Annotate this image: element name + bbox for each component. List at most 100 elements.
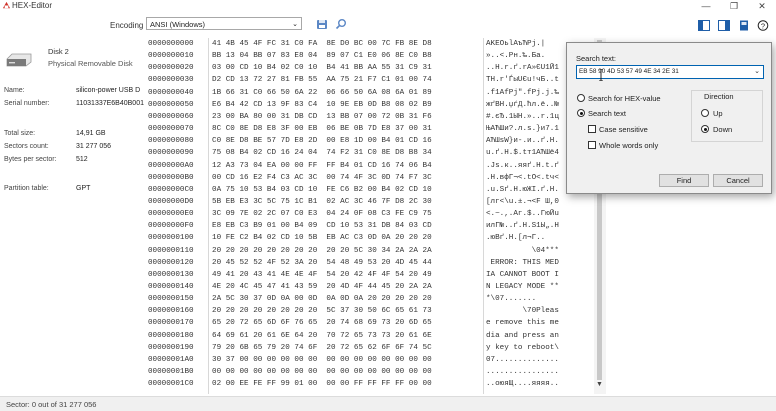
hex-row-ascii[interactable]: .u.Sґ.Н.юЖІ.ґ.Н. <box>486 186 559 194</box>
hex-row-ascii[interactable]: *\07....... <box>486 295 559 303</box>
minimize-button[interactable]: — <box>692 0 720 12</box>
checkbox-case-sensitive[interactable] <box>588 125 596 133</box>
hex-row-ascii[interactable]: e remove this me <box>486 319 559 327</box>
hex-row-ascii[interactable]: AKEOьlАъЋРј.| <box>486 40 545 48</box>
hex-row-ascii[interactable]: илГ№..ґ.Н.S1Ы„.Н <box>486 222 559 230</box>
hex-row-ascii[interactable]: \70Pleas <box>486 307 558 315</box>
close-button[interactable]: ✕ <box>748 0 776 12</box>
search-text-input[interactable]: EB 58 90 4D 53 57 49 4E 34 2E 31 ⌄ <box>576 65 764 79</box>
disk-name: Disk 2 <box>48 47 69 56</box>
hex-row-bytes[interactable]: 30 37 00 00 00 00 00 00 00 00 00 00 00 0… <box>212 356 432 364</box>
hex-row-offset: 0000000170 <box>148 319 194 328</box>
hex-row-bytes[interactable]: 00 00 00 00 00 00 00 00 00 00 00 00 00 0… <box>212 368 432 376</box>
hex-row-bytes[interactable]: 65 20 72 65 6D 6F 76 65 20 74 68 69 73 2… <box>212 319 432 327</box>
hex-row-ascii[interactable]: <.~.,.Аг.$..ГюЙu <box>486 210 559 218</box>
hex-row-ascii[interactable]: #.єЂ.1ЫН.»..r.1ц <box>486 113 559 121</box>
hex-row-ascii[interactable]: 07.............. <box>486 356 559 364</box>
hex-row-bytes[interactable]: 1B 66 31 C0 66 50 6A 22 06 66 50 6A 08 6… <box>212 89 432 97</box>
info-row-serial: Serial number: 11031337E6B40B001 <box>4 100 144 107</box>
hex-row-offset: 0000000150 <box>148 295 194 304</box>
search-icon[interactable] <box>335 18 347 30</box>
hex-row-offset: 00000001A0 <box>148 355 194 364</box>
help-icon[interactable]: ? <box>757 20 769 31</box>
hex-row-ascii[interactable]: ..оюяЩ....яяяя.. <box>486 380 559 388</box>
direction-up-label: Up <box>713 109 723 118</box>
info-row-partition-table: Partition table: GPT <box>4 185 91 192</box>
hex-row-ascii[interactable]: .Јs.к..яяґ.Н.t.ґ <box>486 162 559 170</box>
cancel-button[interactable]: Cancel <box>713 174 763 187</box>
hex-row-bytes[interactable]: E8 EB C3 B9 01 00 B4 09 CD 10 53 31 DB 8… <box>212 222 432 230</box>
info-row-bytes-per-sector: Bytes per sector: 512 <box>4 156 88 163</box>
layout-left-icon[interactable] <box>698 20 710 31</box>
hex-row-ascii[interactable]: ЊАЋШи?.л.ѕ.}и7.1 <box>486 125 559 133</box>
hex-row-bytes[interactable]: 3C 09 7E 02 2C 07 C0 E3 04 24 0F 08 C3 F… <box>212 210 432 218</box>
hex-row-bytes[interactable]: 23 00 BA 80 00 31 DB CD 13 BB 07 00 72 0… <box>212 113 432 121</box>
hex-row-bytes[interactable]: 64 69 61 20 61 6E 64 20 70 72 65 73 73 2… <box>212 332 432 340</box>
hex-row-offset: 0000000030 <box>148 76 194 85</box>
hex-row-bytes[interactable]: 20 20 20 20 20 20 20 20 5C 37 30 50 6C 6… <box>212 307 432 315</box>
hex-row-bytes[interactable]: 41 4B 45 4F FC 31 C0 FA 8E D0 BC 00 7C F… <box>212 40 432 48</box>
hex-row-bytes[interactable]: 49 41 20 43 41 4E 4E 4F 54 20 42 4F 4F 5… <box>212 271 432 279</box>
hex-row-ascii[interactable]: TH.r'ЃыUЄu!чБ..t <box>486 76 559 84</box>
hex-row-bytes[interactable]: E6 B4 42 CD 13 9F 83 C4 10 9E EB 0D B8 0… <box>212 101 432 109</box>
hex-row-bytes[interactable]: 5B EB E3 3C 5C 75 1C B1 02 AC 3C 46 7F D… <box>212 198 432 206</box>
encoding-select[interactable]: ANSI (Windows) ⌄ <box>146 17 302 30</box>
find-button[interactable]: Find <box>659 174 709 187</box>
hex-row-ascii[interactable]: АЋШѕW}и-.и..ґ.Н. <box>486 137 559 145</box>
hex-row-bytes[interactable]: 00 CD 16 E2 F4 C3 AC 3C 00 74 4F 3C 0D 7… <box>212 174 432 182</box>
hex-row-bytes[interactable]: 79 20 6B 65 79 20 74 6F 20 72 65 62 6F 6… <box>212 344 432 352</box>
hex-row-bytes[interactable]: 2A 5C 30 37 0D 0A 00 0D 0A 0D 0A 20 20 2… <box>212 295 432 303</box>
hex-row-ascii[interactable]: »..<.Рн.‰.Бa. <box>486 52 545 60</box>
hex-row-ascii[interactable]: IA CANNOT BOOT I <box>486 271 559 279</box>
hex-row-offset: 0000000090 <box>148 149 194 158</box>
hex-row-offset: 0000000100 <box>148 234 194 243</box>
hex-row-bytes[interactable]: D2 CD 13 72 27 81 FB 55 AA 75 21 F7 C1 0… <box>212 76 432 84</box>
hex-row-ascii[interactable]: ..Н.r.ґ.rA»ЄU1Й1 <box>486 64 559 72</box>
radio-hex-value[interactable] <box>577 94 585 102</box>
radio-hex-label: Search for HEX-value <box>588 94 661 103</box>
hex-row-offset: 00000001B0 <box>148 368 194 377</box>
hex-row-bytes[interactable]: 12 A3 73 04 EA 00 00 FF FF B4 01 CD 16 7… <box>212 162 432 170</box>
hex-row-bytes[interactable]: 20 20 20 20 20 20 20 20 20 20 5C 30 34 2… <box>212 247 432 255</box>
info-row-name: Name: silicon-power USB D <box>4 87 141 94</box>
hex-row-bytes[interactable]: 02 00 EE FE FF 99 01 00 00 00 FF FF FF F… <box>212 380 432 388</box>
hex-row-bytes[interactable]: 20 45 52 52 4F 52 3A 20 54 48 49 53 20 4… <box>212 259 432 267</box>
disk-icon[interactable] <box>738 20 750 31</box>
info-row-sectors: Sectors count: 31 277 056 <box>4 143 112 150</box>
chevron-down-icon[interactable]: ⌄ <box>754 66 760 78</box>
offset-divider <box>208 38 209 394</box>
hex-row-ascii[interactable]: [лг<\u.±.¬<F Ш,0 <box>486 198 559 206</box>
hex-row-offset: 00000000B0 <box>148 173 194 182</box>
hex-row-ascii[interactable]: жґBН.џѓД.ћл.ё..№ <box>486 101 559 109</box>
hex-row-ascii[interactable]: ................ <box>486 368 559 376</box>
hex-row-ascii[interactable]: .юВґ.Н.[л¬Г.. <box>486 234 559 242</box>
hex-row-bytes[interactable]: 10 FE C2 B4 02 CD 10 5B EB AC C3 0D 0A 2… <box>212 234 432 242</box>
radio-search-text[interactable] <box>577 109 585 117</box>
hex-row-bytes[interactable]: 4E 20 4C 45 47 41 43 59 20 4D 4F 44 45 2… <box>212 283 432 291</box>
hex-row-ascii[interactable]: u.ґ.Н.$.tт1АЋШё4 <box>486 149 559 157</box>
hex-row-ascii[interactable]: dia and press an <box>486 332 559 340</box>
hex-row-ascii[interactable]: ERROR: THIS MED <box>486 259 559 267</box>
hex-row-bytes[interactable]: 03 00 CD 10 B4 02 C0 10 B4 41 BB AA 55 3… <box>212 64 432 72</box>
hex-row-ascii[interactable]: N LEGACY MODE ** <box>486 283 559 291</box>
scroll-down-icon[interactable]: ▼ <box>596 381 603 388</box>
radio-direction-down[interactable] <box>701 125 709 133</box>
save-icon[interactable] <box>316 18 328 30</box>
hex-row-bytes[interactable]: 0A 75 10 53 B4 03 CD 10 FE C6 B2 00 B4 0… <box>212 186 432 194</box>
radio-direction-up[interactable] <box>701 109 709 117</box>
info-row-total-size: Total size: 14,91 GB <box>4 130 106 137</box>
hex-row-offset: 0000000130 <box>148 270 194 279</box>
hex-row-ascii[interactable]: y key to reboot\ <box>486 344 559 352</box>
hex-row-bytes[interactable]: 8C C0 8E D8 E8 3F 00 EB 06 BE 0B 7D E8 3… <box>212 125 432 133</box>
maximize-button[interactable]: ❐ <box>720 0 748 12</box>
hex-row-offset: 00000000D0 <box>148 197 194 206</box>
layout-right-icon[interactable] <box>718 20 730 31</box>
hex-row-ascii[interactable]: \04*** <box>486 247 559 255</box>
hex-row-bytes[interactable]: 75 08 B4 02 CD 16 24 04 74 F2 31 C0 8E D… <box>212 149 432 157</box>
hex-row-bytes[interactable]: BB 13 04 BB 07 83 E8 04 89 07 C1 E0 06 8… <box>212 52 432 60</box>
status-bar: Sector: 0 out of 31 277 056 <box>0 396 776 411</box>
checkbox-whole-words[interactable] <box>588 141 596 149</box>
hex-row-ascii[interactable]: .Н.вфГ¬<.tO<.tч< <box>486 174 559 182</box>
hex-row-bytes[interactable]: C0 8E D8 BE 57 7D E8 2D 00 E8 1D 00 B4 0… <box>212 137 432 145</box>
hex-row-ascii[interactable]: .f1АfPj".fPj.j.‰ <box>486 89 559 97</box>
